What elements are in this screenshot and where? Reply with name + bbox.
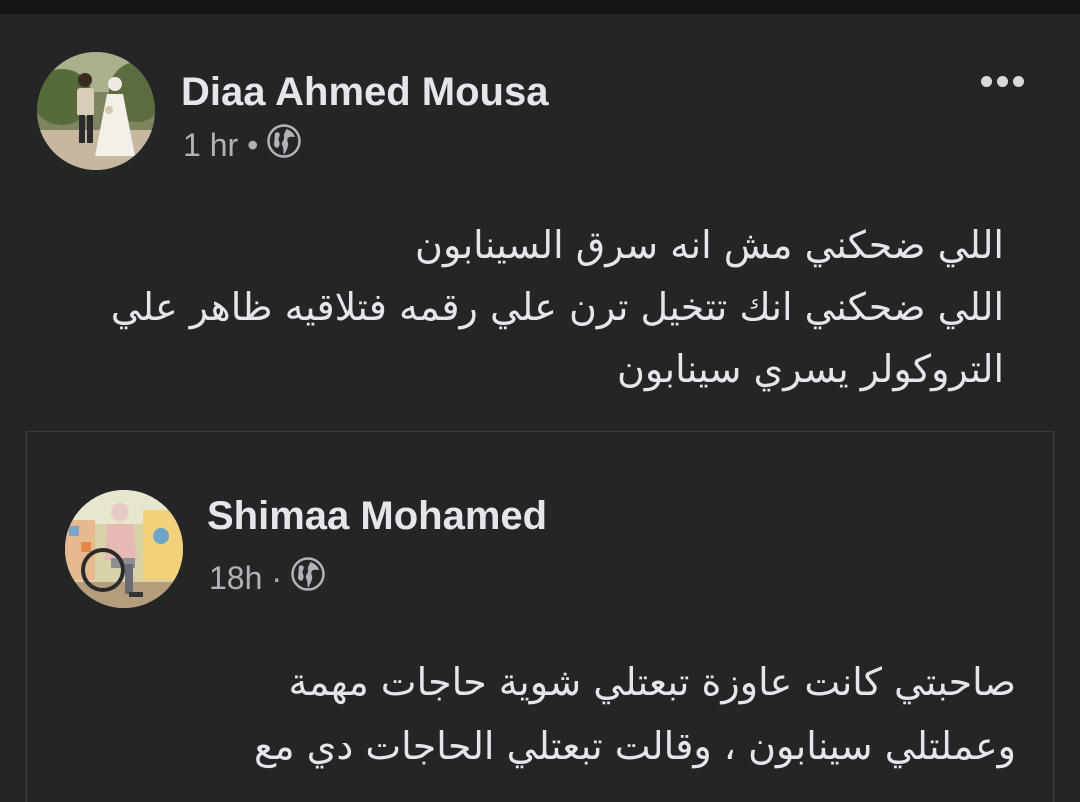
top-bar [0, 0, 1080, 14]
author-name[interactable]: Diaa Ahmed Mousa [181, 68, 548, 116]
post-text-line: اللي ضحكني انك تتخيل ترن علي رقمه فتلاقي… [110, 285, 1004, 329]
meta-separator: • [247, 126, 259, 163]
shared-author-name[interactable]: Shimaa Mohamed [207, 492, 547, 540]
author-avatar[interactable] [37, 52, 155, 170]
shared-post-time[interactable]: 18h [209, 560, 262, 597]
globe-icon [291, 557, 325, 599]
more-options-icon [980, 75, 992, 87]
post-meta: 1 hr • [183, 124, 302, 166]
post-text-line: التروكولر يسري سينابون [617, 347, 1004, 391]
post-body: اللي ضحكني مش انه سرق السينابون اللي ضحك… [34, 214, 1004, 400]
shared-post-text-line: وعملتلي سينابون ، وقالت تبعتلي الحاجات د… [254, 724, 1016, 768]
globe-icon [267, 124, 302, 166]
post-time[interactable]: 1 hr [183, 127, 238, 164]
shared-author-avatar[interactable] [65, 490, 183, 608]
shared-post-text-line: صاحبتي كانت عاوزة تبعتلي شوية حاجات مهمة [288, 660, 1016, 704]
shared-post-meta: 18h · [209, 557, 325, 599]
post-text-line: اللي ضحكني مش انه سرق السينابون [415, 223, 1004, 267]
more-options-icon-dot [1012, 75, 1024, 87]
more-options-icon-dot [996, 75, 1008, 87]
shared-meta-separator: · [271, 559, 283, 596]
more-options-button[interactable] [972, 66, 1032, 96]
shared-post-body: صاحبتي كانت عاوزة تبعتلي شوية حاجات مهمة… [150, 650, 1016, 778]
